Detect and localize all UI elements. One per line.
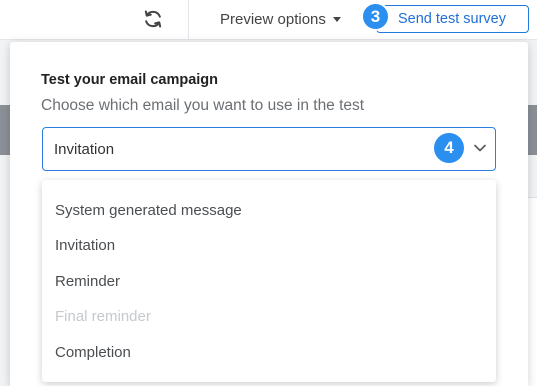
send-test-survey-label: Send test survey xyxy=(398,11,506,27)
option-invitation[interactable]: Invitation xyxy=(42,228,496,262)
chevron-down-icon xyxy=(474,144,486,152)
preview-options-dropdown[interactable]: Preview options xyxy=(220,9,341,29)
toolbar-divider xyxy=(188,0,189,40)
refresh-icon xyxy=(144,10,162,28)
background-image-strip-right xyxy=(527,105,537,155)
email-select-value: Invitation xyxy=(54,141,115,158)
email-select[interactable]: Invitation xyxy=(42,127,496,171)
panel-subtitle: Choose which email you want to use in th… xyxy=(41,97,365,114)
background-image-strip-left xyxy=(0,105,10,155)
panel-title: Test your email campaign xyxy=(41,72,219,88)
top-toolbar: Preview options Send test survey xyxy=(0,0,537,40)
option-system-generated-message[interactable]: System generated message xyxy=(42,193,496,227)
email-options-dropdown: System generated message Invitation Remi… xyxy=(42,180,496,382)
preview-options-label: Preview options xyxy=(220,10,326,28)
step-badge-4: 4 xyxy=(434,133,464,163)
option-final-reminder: Final reminder xyxy=(55,307,151,325)
option-reminder[interactable]: Reminder xyxy=(42,264,496,298)
step-badge-3: 3 xyxy=(361,2,390,31)
option-completion[interactable]: Completion xyxy=(42,335,496,369)
caret-down-icon xyxy=(332,17,341,22)
refresh-button[interactable] xyxy=(140,6,166,32)
send-test-survey-button[interactable]: Send test survey xyxy=(376,5,529,33)
